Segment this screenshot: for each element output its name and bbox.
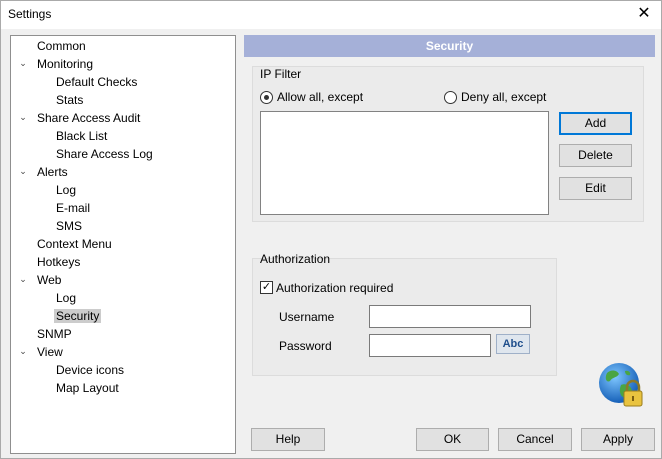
tree-item-label: SMS bbox=[56, 219, 83, 233]
ok-button[interactable]: OK bbox=[416, 428, 489, 451]
panel-header: Security bbox=[244, 35, 655, 57]
authorization-required-label: Authorization required bbox=[276, 281, 394, 295]
cancel-button[interactable]: Cancel bbox=[498, 428, 572, 451]
tree-item-label: View bbox=[37, 345, 63, 359]
password-field[interactable] bbox=[369, 334, 491, 357]
show-password-button[interactable]: Abc bbox=[496, 334, 530, 354]
tree-item-label: Default Checks bbox=[56, 75, 138, 89]
tree-item[interactable]: Log bbox=[54, 290, 78, 308]
tree-item-label: Context Menu bbox=[37, 237, 112, 251]
globe-lock-icon bbox=[599, 363, 643, 407]
tree-item[interactable]: Hotkeys bbox=[35, 254, 82, 272]
chevron-down-icon[interactable]: ⌄ bbox=[18, 346, 28, 356]
tree-item-label: Web bbox=[37, 273, 62, 287]
tree-item[interactable]: Security bbox=[54, 308, 102, 326]
tree-item[interactable]: E-mail bbox=[54, 200, 92, 218]
tree-item-label: E-mail bbox=[56, 201, 91, 215]
settings-tree[interactable]: Common ⌄ Monitoring Default Checks Stats ⌄ Sha… bbox=[10, 35, 236, 454]
settings-window: Settings ✕ Common ⌄ Monitoring Default Chec… bbox=[0, 0, 662, 459]
tree-item[interactable]: Common bbox=[35, 38, 88, 56]
tree-item[interactable]: ⌄ Alerts bbox=[19, 164, 70, 182]
tree-item-label: Common bbox=[37, 39, 86, 53]
tree-item-label: Hotkeys bbox=[37, 255, 81, 269]
edit-button[interactable]: Edit bbox=[559, 177, 632, 200]
tree-item[interactable]: SNMP bbox=[35, 326, 74, 344]
tree-item[interactable]: Black List bbox=[54, 128, 109, 146]
ip-filter-title: IP Filter bbox=[260, 67, 302, 81]
tree-item[interactable]: Map Layout bbox=[54, 380, 121, 398]
allow-all-radio[interactable]: Allow all, except bbox=[260, 90, 363, 104]
password-label: Password bbox=[279, 339, 332, 353]
tree-item[interactable]: Default Checks bbox=[54, 74, 139, 92]
ip-list[interactable] bbox=[260, 111, 549, 215]
deny-label: Deny all, except bbox=[461, 90, 547, 104]
tree-item-label: Share Access Log bbox=[56, 147, 153, 161]
tree-item[interactable]: Device icons bbox=[54, 362, 126, 380]
tree-item[interactable]: Context Menu bbox=[35, 236, 114, 254]
tree-item[interactable]: ⌄ Share Access Audit bbox=[19, 110, 142, 128]
tree-item-label: Log bbox=[56, 183, 77, 197]
help-button[interactable]: Help bbox=[251, 428, 325, 451]
tree-item-label: Alerts bbox=[37, 165, 68, 179]
chevron-down-icon[interactable]: ⌄ bbox=[18, 58, 28, 68]
tree-item-label: Device icons bbox=[56, 363, 125, 377]
authorization-required-checkbox[interactable]: ✓ bbox=[260, 281, 273, 294]
deny-all-radio[interactable]: Deny all, except bbox=[444, 90, 546, 104]
allow-radio-circle[interactable] bbox=[260, 90, 273, 104]
apply-button[interactable]: Apply bbox=[581, 428, 655, 451]
tree-item-label: Log bbox=[56, 291, 77, 305]
chevron-down-icon[interactable]: ⌄ bbox=[18, 166, 28, 176]
tree-item-label: Monitoring bbox=[37, 57, 94, 71]
add-button[interactable]: Add bbox=[559, 112, 632, 135]
tree-item-label: Security bbox=[54, 309, 102, 323]
username-label: Username bbox=[279, 310, 335, 324]
tree-item-label: Stats bbox=[56, 93, 84, 107]
deny-radio-circle[interactable] bbox=[444, 90, 457, 104]
username-field[interactable] bbox=[369, 305, 531, 328]
tree-item-label: Map Layout bbox=[56, 381, 119, 395]
delete-button[interactable]: Delete bbox=[559, 144, 632, 167]
tree-item[interactable]: Stats bbox=[54, 92, 85, 110]
tree-item[interactable]: ⌄ View bbox=[19, 344, 65, 362]
chevron-down-icon[interactable]: ⌄ bbox=[18, 112, 28, 122]
tree-item[interactable]: ⌄ Monitoring bbox=[19, 56, 95, 74]
tree-item-label: Share Access Audit bbox=[37, 111, 141, 125]
allow-label: Allow all, except bbox=[277, 90, 364, 104]
tree-item[interactable]: ⌄ Web bbox=[19, 272, 63, 290]
window-title: Settings bbox=[8, 7, 52, 21]
close-button[interactable]: ✕ bbox=[627, 1, 661, 29]
tree-item-label: Black List bbox=[56, 129, 108, 143]
tree-item[interactable]: Log bbox=[54, 182, 78, 200]
authorization-title: Authorization bbox=[260, 252, 331, 266]
title-bar: Settings ✕ bbox=[1, 1, 661, 29]
tree-item-label: SNMP bbox=[37, 327, 72, 341]
tree-item[interactable]: SMS bbox=[54, 218, 84, 236]
chevron-down-icon[interactable]: ⌄ bbox=[18, 274, 28, 284]
tree-item[interactable]: Share Access Log bbox=[54, 146, 155, 164]
